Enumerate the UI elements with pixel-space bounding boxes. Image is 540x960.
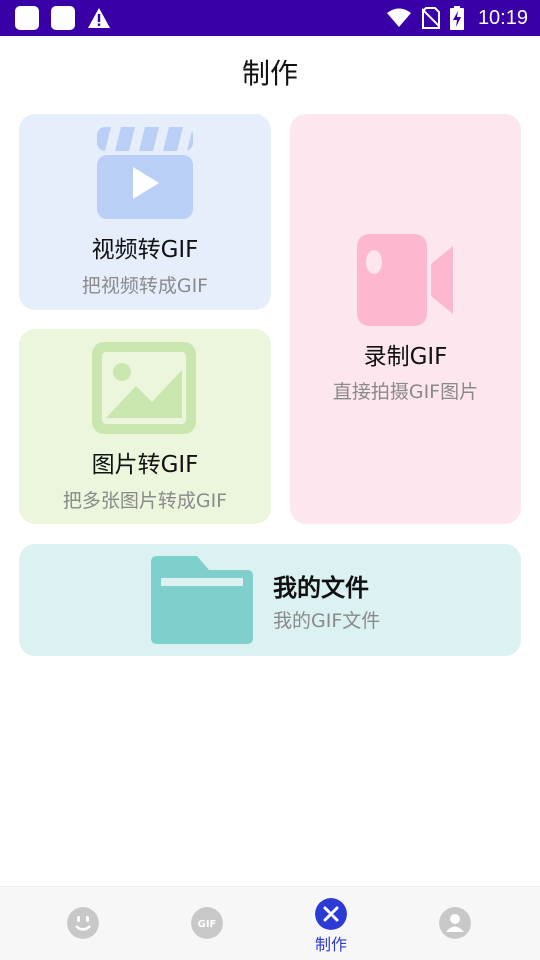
user-icon: [439, 907, 471, 939]
image-to-gif-card[interactable]: 图片转GIF 把多张图片转成GIF: [19, 329, 271, 524]
record-gif-subtitle: 直接拍摄GIF图片: [332, 381, 479, 403]
video-to-gif-card[interactable]: 视频转GIF 把视频转成GIF: [19, 114, 271, 310]
image-to-gif-subtitle: 把多张图片转成GIF: [62, 490, 228, 512]
record-gif-title: 录制GIF: [363, 344, 448, 370]
record-gif-card[interactable]: 录制GIF 直接拍摄GIF图片: [290, 114, 521, 524]
nav-item-gif[interactable]: GIF: [167, 887, 247, 960]
my-files-title: 我的文件: [273, 574, 369, 602]
notification-square-icon: [15, 6, 39, 30]
warning-icon: [88, 8, 110, 28]
video-camera-icon: [357, 234, 453, 326]
battery-charging-icon: [449, 6, 464, 30]
image-icon: [92, 342, 196, 434]
clock-time: 10:19: [477, 6, 528, 29]
video-clapper-icon: [97, 127, 193, 219]
my-files-subtitle: 我的GIF文件: [273, 610, 381, 632]
svg-text:GIF: GIF: [198, 919, 217, 930]
nav-item-home[interactable]: [43, 887, 123, 960]
bottom-navigation: GIF 制作: [0, 886, 540, 960]
folder-icon: [151, 556, 253, 644]
my-files-card[interactable]: 我的文件 我的GIF文件: [19, 544, 521, 656]
nav-item-profile[interactable]: [415, 887, 495, 960]
no-sim-icon: [421, 7, 440, 29]
video-to-gif-title: 视频转GIF: [91, 237, 199, 263]
smiley-icon: [67, 907, 99, 939]
wifi-icon: [386, 8, 411, 27]
gif-icon: GIF: [191, 907, 223, 939]
tools-icon: [315, 898, 347, 930]
nav-item-make[interactable]: 制作: [291, 887, 371, 960]
notification-square-icon: [51, 6, 75, 30]
page-title: 制作: [241, 57, 298, 90]
image-to-gif-title: 图片转GIF: [91, 452, 199, 478]
video-to-gif-subtitle: 把视频转成GIF: [81, 275, 209, 297]
status-bar: 10:19: [0, 0, 540, 36]
nav-label-make: 制作: [314, 935, 347, 954]
